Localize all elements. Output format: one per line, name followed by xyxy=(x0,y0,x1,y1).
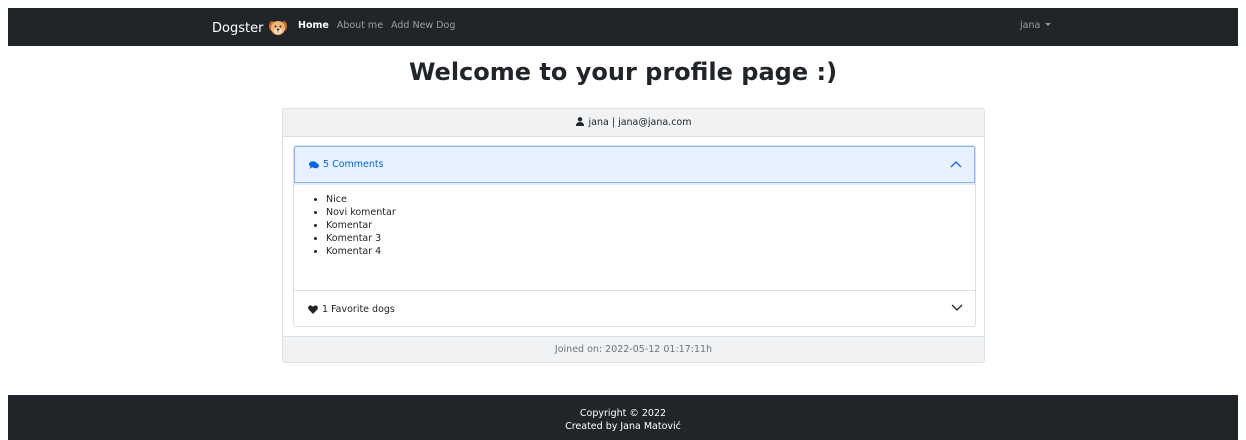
user-dropdown[interactable]: jana xyxy=(1020,20,1052,31)
nav-link-home[interactable]: Home xyxy=(298,20,329,31)
nav-link-about-me[interactable]: About me xyxy=(337,20,383,31)
user-name: jana xyxy=(1020,20,1041,31)
comment-item: Komentar 3 xyxy=(326,232,975,245)
favorite-dogs-accordion-button[interactable]: 1 Favorite dogs xyxy=(294,291,975,326)
comment-item: Komentar 4 xyxy=(326,245,975,258)
comments-list: Nice Novi komentar Komentar Komentar 3 K… xyxy=(294,193,975,258)
chevron-down-icon xyxy=(951,304,963,311)
comment-item: Nice xyxy=(326,193,975,206)
chevron-up-icon xyxy=(950,161,962,168)
favorite-dogs-label: 1 Favorite dogs xyxy=(322,303,395,315)
brand-link[interactable]: Dogster xyxy=(212,18,288,38)
credit-text: Created by Jana Matović xyxy=(565,421,681,432)
user-info: jana | jana@jana.com xyxy=(588,117,692,128)
caret-down-icon xyxy=(1045,23,1052,26)
site-footer: Copyright © 2022 Created by Jana Matović xyxy=(8,395,1238,440)
nav-link-add-new-dog[interactable]: Add New Dog xyxy=(391,20,455,31)
dog-logo-icon xyxy=(269,21,288,35)
heart-icon xyxy=(308,304,318,314)
comment-item: Komentar xyxy=(326,219,975,232)
profile-accordion: 5 Comments Nice Novi komentar Komentar K… xyxy=(293,145,976,327)
copyright-text: Copyright © 2022 xyxy=(579,408,667,419)
comments-icon xyxy=(309,160,319,169)
brand-name: Dogster xyxy=(212,20,264,36)
top-navbar: Dogster Home About me Add New Dog jana xyxy=(8,8,1238,46)
comment-item: Novi komentar xyxy=(326,206,975,219)
page-title: Welcome to your profile page :) xyxy=(408,58,838,86)
profile-card-header: jana | jana@jana.com xyxy=(283,109,984,137)
comments-label: 5 Comments xyxy=(323,159,384,170)
nav-links: Home About me Add New Dog xyxy=(298,20,455,31)
profile-card: jana | jana@jana.com 5 Comments Nice Nov… xyxy=(282,108,985,363)
user-icon xyxy=(575,117,584,126)
comments-list-panel: Nice Novi komentar Komentar Komentar 3 K… xyxy=(294,183,975,291)
joined-date: Joined on: 2022-05-12 01:17:11h xyxy=(283,336,984,362)
comments-accordion-button[interactable]: 5 Comments xyxy=(294,146,975,183)
